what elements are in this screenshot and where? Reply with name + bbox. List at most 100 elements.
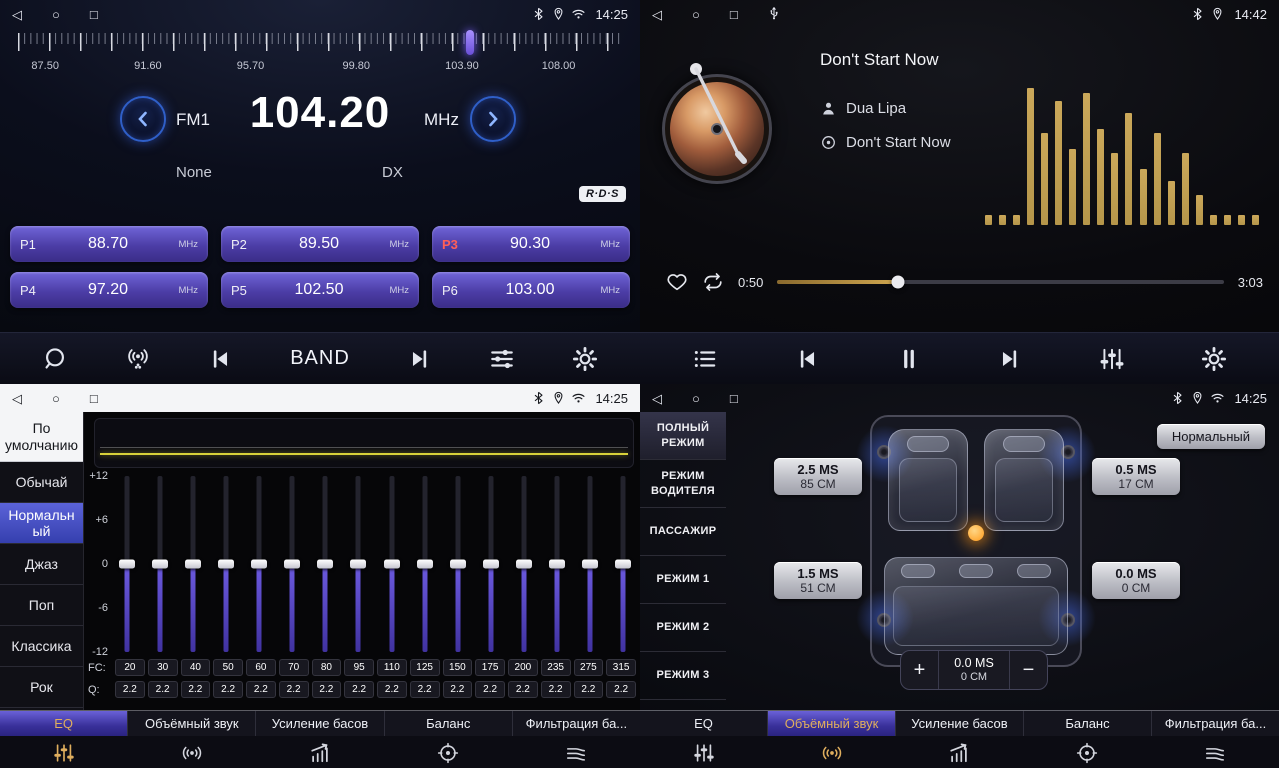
eq-band-slider[interactable]: [449, 476, 467, 652]
bass-boost-icon[interactable]: [896, 736, 1024, 768]
radio-preset-p6[interactable]: P6103.00MHz: [432, 272, 630, 308]
recents-button[interactable]: □: [730, 8, 738, 21]
back-button[interactable]: ◁: [12, 392, 22, 405]
front-right-delay[interactable]: 0.5 MS 17 СМ: [1092, 458, 1180, 495]
tuner-indicator[interactable]: [466, 30, 474, 55]
audio-tab-0[interactable]: EQ: [640, 711, 768, 736]
surround-mode-4[interactable]: РЕЖИМ 2: [640, 604, 726, 652]
eq-band-slider[interactable]: [614, 476, 632, 652]
eq-preset-item-0[interactable]: По умолчанию: [0, 412, 83, 462]
front-left-delay[interactable]: 2.5 MS 85 СМ: [774, 458, 862, 495]
listening-position-marker[interactable]: [968, 525, 984, 541]
audio-tab-4[interactable]: Фильтрация ба...: [513, 711, 640, 736]
tune-down-button[interactable]: [120, 96, 166, 142]
back-button[interactable]: ◁: [652, 392, 662, 405]
slider-handle[interactable]: [483, 560, 499, 569]
slider-handle[interactable]: [284, 560, 300, 569]
eq-band-slider[interactable]: [316, 476, 334, 652]
favorite-heart-icon[interactable]: [666, 271, 688, 293]
slider-handle[interactable]: [582, 560, 598, 569]
radio-preset-p2[interactable]: P289.50MHz: [221, 226, 419, 262]
audio-tab-3[interactable]: Баланс: [385, 711, 513, 736]
decrease-delay-button[interactable]: −: [1009, 651, 1047, 689]
next-station-icon[interactable]: [407, 346, 433, 372]
audio-tab-2[interactable]: Усиление басов: [896, 711, 1024, 736]
equalizer-icon[interactable]: [1099, 346, 1125, 372]
seek-bar[interactable]: [777, 280, 1223, 284]
slider-handle[interactable]: [384, 560, 400, 569]
eq-sliders-icon[interactable]: [640, 736, 768, 768]
playlist-icon[interactable]: [692, 346, 718, 372]
settings-gear-icon[interactable]: [572, 346, 598, 372]
previous-station-icon[interactable]: [207, 346, 233, 372]
eq-preset-item-1[interactable]: Обычай: [0, 462, 83, 503]
audio-tab-1[interactable]: Объёмный звук: [768, 711, 896, 736]
surround-mode-2[interactable]: ПАССАЖИР: [640, 508, 726, 556]
eq-band-slider[interactable]: [383, 476, 401, 652]
eq-sliders-icon[interactable]: [0, 736, 128, 768]
previous-track-icon[interactable]: [794, 346, 820, 372]
home-button[interactable]: ○: [52, 392, 60, 405]
eq-preset-item-5[interactable]: Классика: [0, 626, 83, 667]
slider-handle[interactable]: [218, 560, 234, 569]
eq-band-slider[interactable]: [482, 476, 500, 652]
eq-preset-item-4[interactable]: Поп: [0, 585, 83, 626]
home-button[interactable]: ○: [692, 392, 700, 405]
back-button[interactable]: ◁: [652, 8, 662, 21]
bass-boost-icon[interactable]: [256, 736, 384, 768]
home-button[interactable]: ○: [692, 8, 700, 21]
slider-handle[interactable]: [516, 560, 532, 569]
eq-band-slider[interactable]: [250, 476, 268, 652]
frequency-ruler[interactable]: [18, 33, 622, 53]
tune-settings-icon[interactable]: [489, 346, 515, 372]
audio-tab-0[interactable]: EQ: [0, 711, 128, 736]
audio-tab-1[interactable]: Объёмный звук: [128, 711, 256, 736]
eq-band-slider[interactable]: [515, 476, 533, 652]
recents-button[interactable]: □: [730, 392, 738, 405]
pause-icon[interactable]: [896, 346, 922, 372]
slider-handle[interactable]: [119, 560, 135, 569]
crossover-filter-icon[interactable]: [1151, 736, 1279, 768]
slider-handle[interactable]: [417, 560, 433, 569]
surround-mode-0[interactable]: ПОЛНЫЙ РЕЖИМ: [640, 412, 726, 460]
repeat-icon[interactable]: [702, 271, 724, 293]
eq-band-slider[interactable]: [548, 476, 566, 652]
slider-handle[interactable]: [152, 560, 168, 569]
radio-preset-p3[interactable]: P390.30MHz: [432, 226, 630, 262]
slider-handle[interactable]: [251, 560, 267, 569]
eq-preset-item-2[interactable]: Нормальный: [0, 503, 83, 544]
scan-icon[interactable]: [42, 346, 68, 372]
eq-band-slider[interactable]: [217, 476, 235, 652]
surround-sound-icon[interactable]: [768, 736, 896, 768]
rear-right-delay[interactable]: 0.0 MS 0 СМ: [1092, 562, 1180, 599]
balance-icon[interactable]: [384, 736, 512, 768]
slider-handle[interactable]: [450, 560, 466, 569]
audio-tab-4[interactable]: Фильтрация ба...: [1152, 711, 1279, 736]
audio-tab-3[interactable]: Баланс: [1024, 711, 1152, 736]
increase-delay-button[interactable]: +: [901, 651, 939, 689]
eq-band-slider[interactable]: [349, 476, 367, 652]
rear-left-delay[interactable]: 1.5 MS 51 СМ: [774, 562, 862, 599]
slider-handle[interactable]: [350, 560, 366, 569]
balance-icon[interactable]: [1023, 736, 1151, 768]
recents-button[interactable]: □: [90, 8, 98, 21]
settings-gear-icon[interactable]: [1201, 346, 1227, 372]
radio-preset-p5[interactable]: P5102.50MHz: [221, 272, 419, 308]
crossover-filter-icon[interactable]: [512, 736, 640, 768]
eq-band-slider[interactable]: [151, 476, 169, 652]
back-button[interactable]: ◁: [12, 8, 22, 21]
surround-mode-1[interactable]: РЕЖИМ ВОДИТЕЛЯ: [640, 460, 726, 508]
surround-mode-3[interactable]: РЕЖИМ 1: [640, 556, 726, 604]
slider-handle[interactable]: [615, 560, 631, 569]
eq-preset-item-3[interactable]: Джаз: [0, 544, 83, 585]
eq-band-slider[interactable]: [283, 476, 301, 652]
radio-preset-p1[interactable]: P188.70MHz: [10, 226, 208, 262]
slider-handle[interactable]: [185, 560, 201, 569]
seek-bar-thumb[interactable]: [891, 276, 904, 289]
broadcast-icon[interactable]: [125, 346, 151, 372]
eq-band-slider[interactable]: [118, 476, 136, 652]
eq-band-slider[interactable]: [184, 476, 202, 652]
eq-band-slider[interactable]: [581, 476, 599, 652]
next-track-icon[interactable]: [997, 346, 1023, 372]
audio-tab-2[interactable]: Усиление басов: [256, 711, 384, 736]
